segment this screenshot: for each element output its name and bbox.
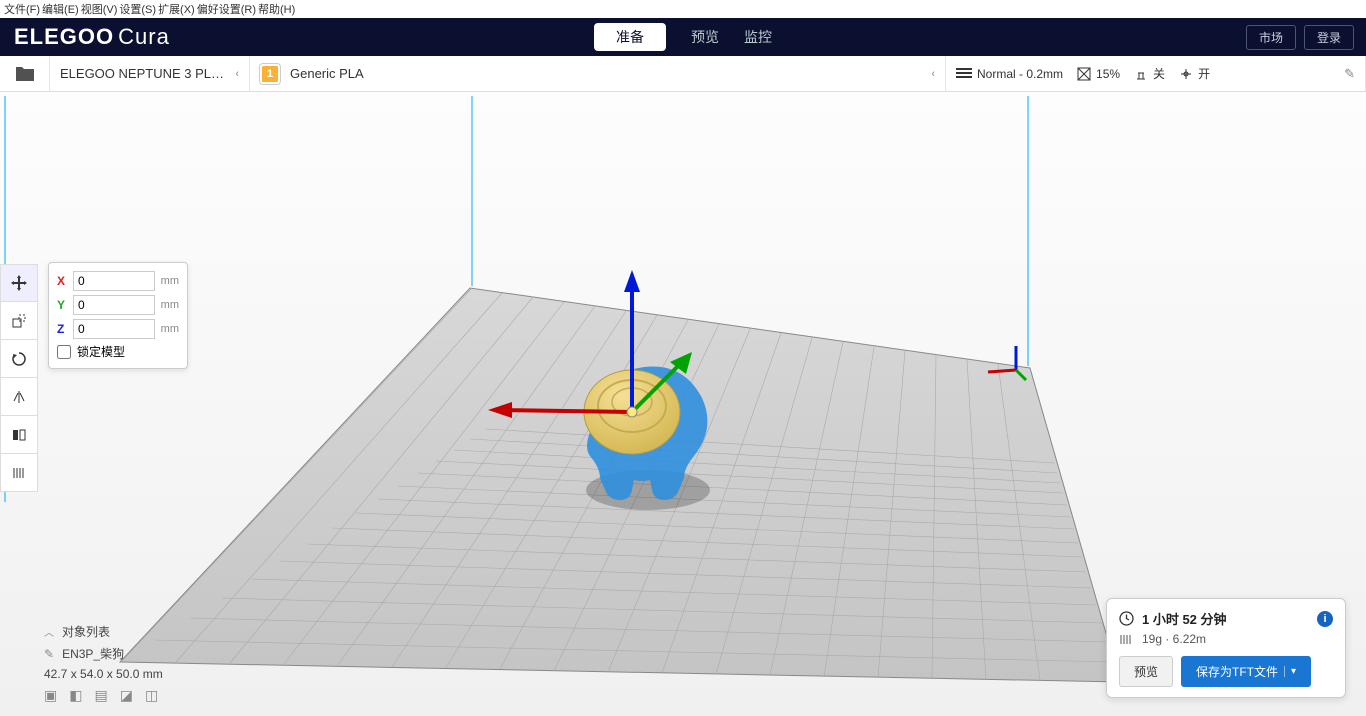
material-usage: 19g · 6.22m <box>1142 632 1206 646</box>
menu-edit[interactable]: 编辑(E) <box>42 1 79 17</box>
folder-icon <box>14 65 36 83</box>
tool-scale[interactable] <box>0 302 38 340</box>
chevron-left-icon: ‹ <box>235 68 239 80</box>
move-y-input[interactable] <box>73 295 155 315</box>
view-front-icon[interactable]: ◪ <box>120 687 133 704</box>
axis-z-label: Z <box>57 322 67 336</box>
printer-selector[interactable]: ELEGOO NEPTUNE 3 PL… ‹ <box>50 56 250 91</box>
layer-height-icon <box>956 68 972 80</box>
stage-tabs: 准备 预览 监控 <box>594 23 772 51</box>
preview-button[interactable]: 预览 <box>1119 656 1173 687</box>
tool-mirror[interactable] <box>0 378 38 416</box>
menu-file[interactable]: 文件(F) <box>4 1 40 17</box>
chevron-down-icon[interactable]: ▾ <box>1284 666 1296 677</box>
infill-value: 15% <box>1096 67 1120 81</box>
filament-icon <box>1119 633 1134 646</box>
save-tft-button[interactable]: 保存为TFT文件▾ <box>1181 656 1311 687</box>
view-iso-icon[interactable]: ◫ <box>145 687 158 704</box>
clock-icon <box>1119 611 1134 626</box>
adhesion-value: 开 <box>1198 65 1210 82</box>
menu-extensions[interactable]: 扩展(X) <box>158 1 195 17</box>
view-layer-icon[interactable]: ▤ <box>94 687 107 704</box>
info-icon[interactable]: i <box>1317 611 1333 627</box>
app-logo: ELEGOO Cura <box>0 24 184 50</box>
support-value: 关 <box>1153 65 1165 82</box>
profile-name: Normal - 0.2mm <box>977 67 1063 81</box>
menu-settings[interactable]: 设置(S) <box>119 1 156 17</box>
support-icon <box>1134 67 1148 81</box>
tool-rotate[interactable] <box>0 340 38 378</box>
menu-help[interactable]: 帮助(H) <box>258 1 295 17</box>
tab-prepare[interactable]: 准备 <box>594 23 666 51</box>
object-name[interactable]: EN3P_柴狗 <box>62 645 124 662</box>
lock-model-label: 锁定模型 <box>77 343 125 360</box>
tool-strip <box>0 264 38 492</box>
object-dimensions: 42.7 x 54.0 x 50.0 mm <box>44 667 163 681</box>
material-name: Generic PLA <box>290 66 364 81</box>
printer-name: ELEGOO NEPTUNE 3 PL… <box>60 66 224 81</box>
tool-move[interactable] <box>0 264 38 302</box>
signin-button[interactable]: 登录 <box>1304 25 1354 50</box>
move-x-input[interactable] <box>73 271 155 291</box>
menu-preferences[interactable]: 偏好设置(R) <box>197 1 256 17</box>
marketplace-button[interactable]: 市场 <box>1246 25 1296 50</box>
config-bar: ELEGOO NEPTUNE 3 PL… ‹ 1 Generic PLA ‹ N… <box>0 56 1366 92</box>
top-bar: ELEGOO Cura 准备 预览 监控 市场 登录 <box>0 18 1366 56</box>
tab-preview[interactable]: 预览 <box>691 23 719 51</box>
move-z-input[interactable] <box>73 319 155 339</box>
axis-y-label: Y <box>57 298 67 312</box>
pencil-icon[interactable]: ✎ <box>1344 66 1355 82</box>
extruder-badge: 1 <box>260 64 280 84</box>
lock-model-checkbox[interactable] <box>57 345 71 359</box>
pencil-icon[interactable]: ✎ <box>44 647 54 661</box>
chevron-up-icon[interactable]: ︿ <box>44 624 54 639</box>
tool-per-model[interactable] <box>0 416 38 454</box>
view-xray-icon[interactable]: ◧ <box>69 687 82 704</box>
view-solid-icon[interactable]: ▣ <box>44 687 57 704</box>
material-selector[interactable]: 1 Generic PLA ‹ <box>250 56 946 91</box>
adhesion-icon <box>1179 67 1193 81</box>
print-settings-selector[interactable]: Normal - 0.2mm 15% 关 开 ✎ <box>946 56 1366 91</box>
infill-icon <box>1077 67 1091 81</box>
object-list-title: 对象列表 <box>62 623 110 640</box>
menu-view[interactable]: 视图(V) <box>81 1 118 17</box>
axis-x-label: X <box>57 274 67 288</box>
object-list-panel: ︿ 对象列表 ✎ EN3P_柴狗 42.7 x 54.0 x 50.0 mm ▣ ◧… <box>44 623 163 704</box>
slice-info-panel: 1 小时 52 分钟 i 19g · 6.22m 预览 保存为TFT文件▾ <box>1106 598 1346 698</box>
print-time: 1 小时 52 分钟 <box>1142 609 1227 628</box>
menu-bar: 文件(F) 编辑(E) 视图(V) 设置(S) 扩展(X) 偏好设置(R) 帮助… <box>0 0 1366 18</box>
tool-support-blocker[interactable] <box>0 454 38 492</box>
move-panel: Xmm Ymm Zmm 锁定模型 <box>48 262 188 369</box>
tab-monitor[interactable]: 监控 <box>744 23 772 51</box>
open-file-button[interactable] <box>0 56 50 91</box>
chevron-left-icon: ‹ <box>931 68 935 80</box>
